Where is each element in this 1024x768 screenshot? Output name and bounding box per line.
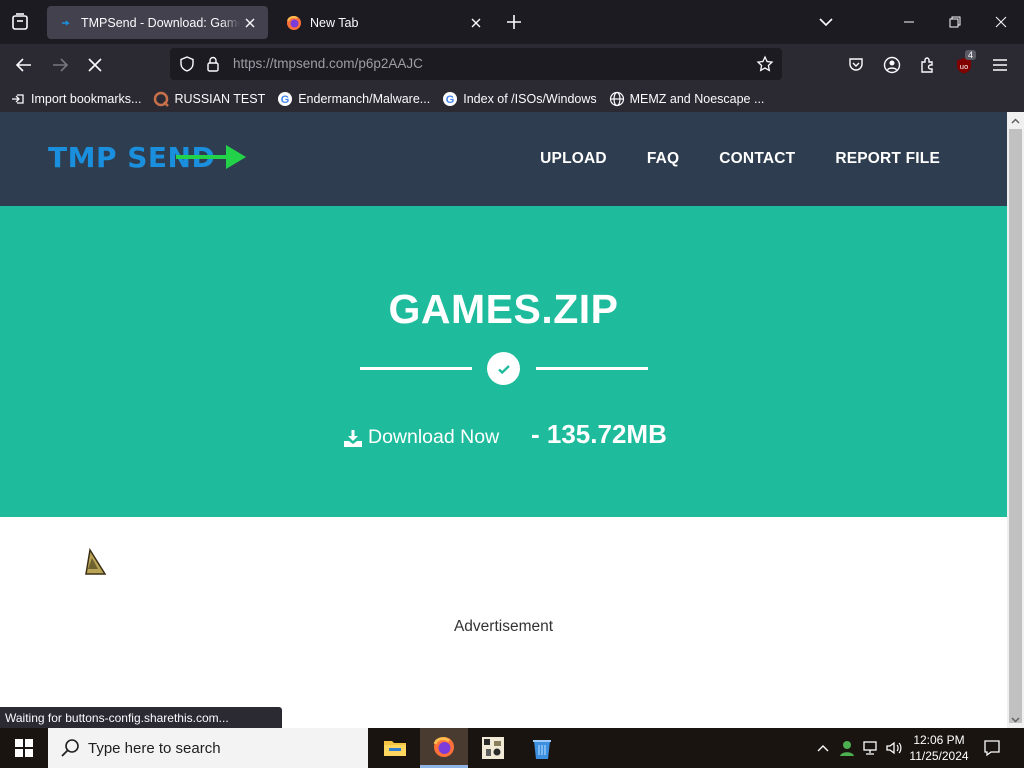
status-bar: Waiting for buttons-config.sharethis.com… — [0, 707, 282, 728]
search-placeholder: Type here to search — [88, 739, 221, 757]
bookmark-label: MEMZ and Noescape ... — [629, 91, 765, 106]
extensions-icon[interactable] — [917, 54, 939, 76]
site-header: TMP SEND UPLOAD FAQ CONTACT REPORT FILE — [0, 112, 1007, 206]
tab-list-icon[interactable] — [8, 10, 32, 34]
bookmark-memz[interactable]: MEMZ and Noescape ... — [609, 91, 765, 107]
forward-arrow-icon[interactable] — [49, 54, 71, 76]
bookmark-index-isos[interactable]: G Index of /ISOs/Windows — [442, 91, 597, 107]
account-icon[interactable] — [881, 54, 903, 76]
url-text[interactable]: https://tmpsend.com/p6p2AAJC — [233, 56, 423, 71]
bookmark-label: Index of /ISOs/Windows — [463, 91, 597, 106]
new-tab-icon[interactable] — [504, 12, 524, 32]
download-now-link[interactable]: Download Now — [343, 426, 499, 449]
recycle-bin-icon[interactable] — [518, 728, 566, 768]
nav-report-file[interactable]: REPORT FILE — [835, 150, 940, 168]
back-arrow-icon[interactable] — [13, 54, 35, 76]
check-icon — [487, 352, 520, 385]
scroll-down-icon[interactable] — [1007, 711, 1024, 728]
hamburger-menu-icon[interactable] — [989, 54, 1011, 76]
download-icon — [344, 429, 362, 447]
stop-loading-icon[interactable] — [84, 54, 106, 76]
mouse-cursor-icon — [85, 547, 107, 575]
tab-strip: TMPSend - Download: Games.zip New Tab — [0, 0, 1024, 44]
url-path: /p6p2AAJC — [354, 56, 423, 71]
close-window-icon[interactable] — [978, 0, 1024, 44]
tmpsend-favicon — [57, 15, 73, 31]
firefox-favicon — [286, 15, 302, 31]
notifications-icon[interactable] — [978, 728, 1006, 768]
taskbar-search-box[interactable]: Type here to search — [48, 728, 368, 768]
restore-icon[interactable] — [932, 0, 978, 44]
svg-text:G: G — [281, 94, 290, 106]
russian-test-favicon — [153, 91, 170, 107]
windows-taskbar: Type here to search 12:06 PM 11/25/2024 — [0, 728, 1024, 768]
tray-overflow-icon[interactable] — [813, 728, 833, 768]
tab-title: New Tab — [310, 15, 359, 30]
firefox-icon[interactable] — [420, 728, 468, 768]
url-domain: https://tmpsend.com — [233, 56, 355, 71]
divider-right — [536, 367, 648, 370]
network-icon[interactable] — [860, 728, 882, 768]
download-hero: GAMES.ZIP Download Now - 135.72MB — [0, 206, 1007, 575]
scrollbar-thumb[interactable] — [1009, 129, 1022, 723]
bookmark-label: Import bookmarks... — [31, 91, 142, 106]
extension-badge: 4 — [965, 50, 977, 60]
clock-date: 11/25/2024 — [909, 749, 969, 763]
svg-text:G: G — [446, 94, 455, 106]
bookmark-label: RUSSIAN TEST — [174, 91, 266, 106]
chevron-down-icon[interactable] — [816, 12, 836, 32]
vertical-scrollbar[interactable] — [1007, 112, 1024, 728]
divider-left — [360, 367, 472, 370]
user-status-icon[interactable] — [836, 728, 858, 768]
web-page: TMP SEND UPLOAD FAQ CONTACT REPORT FILE … — [0, 112, 1007, 728]
windows-start-icon[interactable] — [0, 728, 48, 768]
shield-icon[interactable] — [178, 55, 196, 78]
bookmark-endermanch[interactable]: G Endermanch/Malware... — [277, 91, 430, 107]
tab-new-tab[interactable]: New Tab — [276, 6, 494, 39]
bookmark-label: Endermanch/Malware... — [298, 91, 431, 106]
google-favicon: G — [442, 91, 458, 107]
game-app-icon[interactable] — [469, 728, 517, 768]
globe-icon — [609, 91, 625, 107]
minimize-icon[interactable] — [886, 0, 932, 44]
nav-faq[interactable]: FAQ — [647, 150, 679, 168]
site-logo[interactable]: TMP SEND — [48, 139, 248, 175]
nav-contact[interactable]: CONTACT — [719, 150, 795, 168]
bookmarks-toolbar: Import bookmarks... RUSSIAN TEST G Ender… — [0, 85, 1024, 112]
google-favicon: G — [277, 91, 293, 107]
navigation-toolbar: https://tmpsend.com/p6p2AAJC uo 4 — [0, 44, 1024, 85]
url-bar[interactable]: https://tmpsend.com/p6p2AAJC — [170, 48, 782, 80]
nav-upload[interactable]: UPLOAD — [540, 150, 607, 168]
file-name: GAMES.ZIP — [388, 286, 619, 332]
tab-title: TMPSend - Download: Games.zip — [81, 15, 240, 30]
bookmark-import[interactable]: Import bookmarks... — [10, 91, 141, 107]
close-tab-icon[interactable] — [466, 13, 486, 33]
svg-text:uo: uo — [960, 63, 969, 71]
bookmark-russian-test[interactable]: RUSSIAN TEST — [153, 91, 265, 107]
scroll-up-icon[interactable] — [1007, 112, 1024, 129]
logo-arrow-icon — [176, 145, 246, 169]
search-icon — [61, 739, 79, 757]
import-icon — [10, 91, 26, 107]
taskbar-clock[interactable]: 12:06 PM 11/25/2024 — [904, 732, 974, 764]
download-now-label: Download Now — [368, 426, 500, 448]
pocket-icon[interactable] — [845, 54, 867, 76]
file-explorer-icon[interactable] — [371, 728, 419, 768]
file-size: - 135.72MB — [531, 419, 667, 449]
bookmark-star-icon[interactable] — [756, 55, 774, 78]
ublock-origin-icon[interactable]: uo 4 — [953, 50, 977, 76]
tab-tmpsend[interactable]: TMPSend - Download: Games.zip — [47, 6, 268, 39]
close-tab-icon[interactable] — [240, 13, 260, 33]
lock-icon[interactable] — [205, 55, 221, 78]
advertisement-label: Advertisement — [453, 618, 554, 635]
volume-icon[interactable] — [883, 728, 905, 768]
site-nav: UPLOAD FAQ CONTACT REPORT FILE — [540, 150, 940, 168]
clock-time: 12:06 PM — [913, 733, 965, 747]
